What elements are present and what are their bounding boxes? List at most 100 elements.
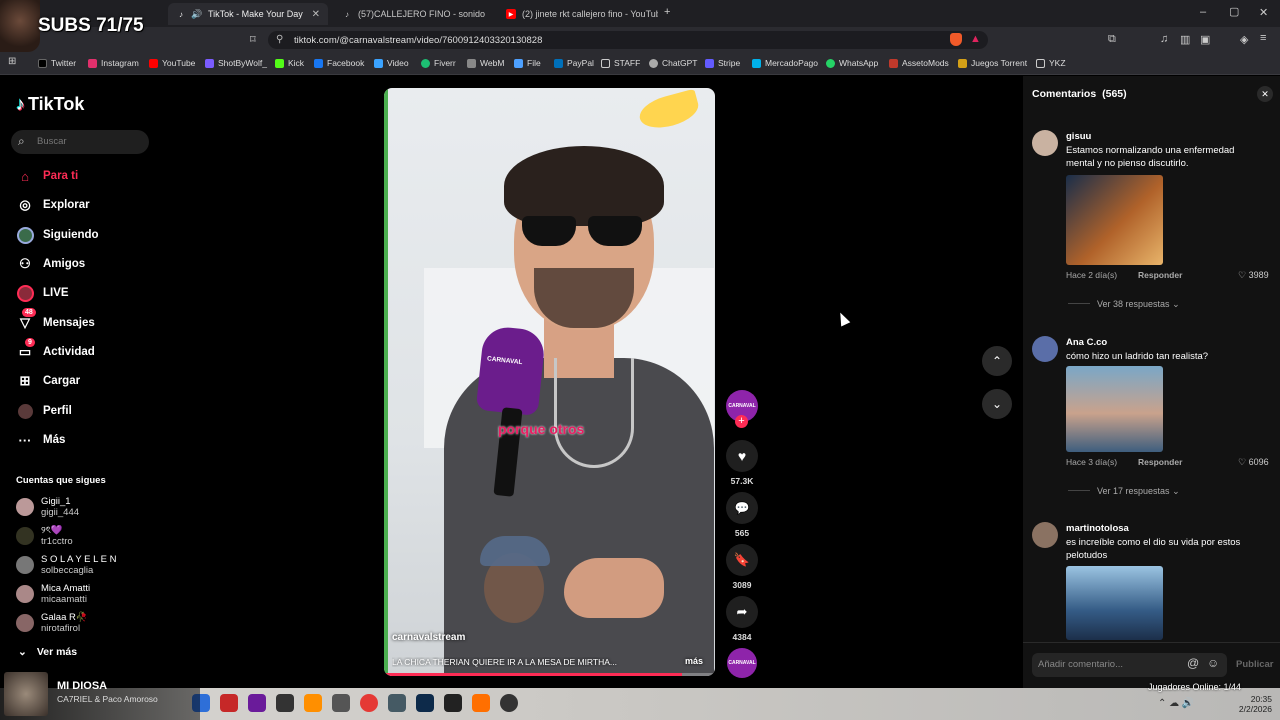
description-more-link[interactable]: más — [685, 656, 703, 666]
app-icon[interactable] — [472, 694, 490, 712]
nav-actividad[interactable]: ▭ 9 Actividad — [16, 338, 95, 363]
media-icon[interactable]: ♫ — [1160, 33, 1168, 45]
bookmark-youtube[interactable]: YouTube — [149, 58, 195, 68]
comment-input[interactable]: Añadir comentario... @ ☺ — [1032, 653, 1227, 677]
bookmark-assetomods[interactable]: AssetoMods — [889, 58, 949, 68]
nav-mas[interactable]: ··· Más — [16, 429, 66, 451]
nav-amigos[interactable]: ⚇ Amigos — [16, 253, 85, 275]
nav-perfil[interactable]: Perfil — [16, 400, 72, 422]
menu-icon[interactable]: ≡ — [1260, 32, 1266, 44]
bookmark-juegos-torrent[interactable]: Juegos Torrent — [958, 58, 1027, 68]
view-replies-button[interactable]: Ver 38 respuestas ⌄ — [1097, 299, 1180, 310]
bookmark-icon[interactable]: ⌑ — [250, 33, 256, 46]
bookmark-staff[interactable]: STAFF — [601, 58, 640, 68]
wallet-icon[interactable]: ▣ — [1200, 33, 1210, 46]
see-more-button[interactable]: ⌄ Ver más — [18, 646, 77, 658]
tiktok-logo[interactable]: ♪ TikTok — [16, 94, 84, 115]
app-icon[interactable] — [304, 694, 322, 712]
speaker-icon[interactable]: 🔊 — [191, 9, 202, 19]
comment-username[interactable]: martinotolosa — [1066, 523, 1129, 534]
app-icon[interactable] — [444, 694, 462, 712]
nav-live[interactable]: LIVE — [16, 282, 69, 304]
bookmark-chatgpt[interactable]: ChatGPT — [649, 58, 697, 68]
site-info-icon[interactable]: ⚲ — [276, 34, 283, 45]
vpn-icon[interactable]: ◈ — [1240, 33, 1248, 46]
reply-button[interactable]: Responder — [1138, 270, 1182, 280]
taskbar-clock[interactable]: 20:35 2/2/2026 — [1232, 694, 1272, 714]
video-progress-track[interactable] — [384, 673, 715, 676]
reply-button[interactable]: Responder — [1138, 457, 1182, 467]
app-icon[interactable] — [332, 694, 350, 712]
bookmark-facebook[interactable]: Facebook — [314, 58, 364, 68]
nav-explorar[interactable]: ◎ Explorar — [16, 194, 89, 216]
comment-username[interactable]: gisuu — [1066, 131, 1091, 142]
following-item[interactable]: Mica Amatti micaamatti — [16, 583, 90, 605]
tab-youtube[interactable]: ▶ (2) jinete rkt callejero fino - YouTub… — [498, 3, 658, 25]
bookmark-instagram[interactable]: Instagram — [88, 58, 139, 68]
comment-like[interactable]: ♡ 6096 — [1238, 457, 1269, 468]
bookmark-file[interactable]: File — [514, 58, 541, 68]
follow-plus-icon[interactable]: + — [735, 415, 748, 428]
search-input[interactable]: Buscar — [37, 136, 67, 147]
following-item[interactable]: Gigii_1 gigii_444 — [16, 496, 79, 518]
following-item[interactable]: S O L A Y E L E Nsolbeccaglia — [16, 554, 117, 576]
extensions-icon[interactable]: ⧉ — [1108, 33, 1116, 46]
bookmark-video[interactable]: Video — [374, 58, 409, 68]
app-icon[interactable] — [248, 694, 266, 712]
nav-mensajes[interactable]: ▽ 48 Mensajes — [16, 308, 95, 334]
close-window-icon[interactable]: ✕ — [1259, 6, 1268, 19]
bookmark-fiverr[interactable]: Fiverr — [421, 58, 456, 68]
bookmark-shotbywolf[interactable]: ShotByWolf_ — [205, 58, 267, 68]
nav-para-ti[interactable]: ⌂ Para ti — [16, 165, 78, 187]
tab-callejero[interactable]: ♪ (57)CALLEJERO FINO - sonido original — [334, 3, 494, 25]
bookmark-paypal[interactable]: PayPal — [554, 58, 594, 68]
video-player[interactable]: CARNAVAL porque otros carnavalstream LA … — [384, 88, 715, 676]
mention-icon[interactable]: @ — [1187, 656, 1199, 670]
close-comments-button[interactable]: ✕ — [1257, 86, 1273, 102]
new-tab-icon[interactable]: + — [664, 6, 670, 18]
bookmark-ykz[interactable]: YKZ — [1036, 58, 1066, 68]
bookmark-kick[interactable]: Kick — [275, 58, 304, 68]
like-button[interactable]: ♥ — [726, 440, 758, 472]
avatar[interactable] — [1032, 336, 1058, 362]
bookmark-stripe[interactable]: Stripe — [705, 58, 740, 68]
next-video-button[interactable]: ⌄ — [982, 389, 1012, 419]
tab-tiktok[interactable]: ♪ 🔊 TikTok - Make Your Day ✕ — [168, 3, 328, 25]
publish-button[interactable]: Publicar — [1236, 659, 1274, 670]
app-icon[interactable] — [388, 694, 406, 712]
app-icon[interactable] — [220, 694, 238, 712]
bookmark-mercadopago[interactable]: MercadoPago — [752, 58, 818, 68]
avatar[interactable] — [1032, 522, 1058, 548]
brave-shield-icon[interactable] — [950, 33, 962, 46]
following-item[interactable]: Galaa R🥀 nirotafirol — [16, 612, 88, 634]
maximize-icon[interactable]: ▢ — [1229, 5, 1239, 18]
nav-siguiendo[interactable]: Siguiendo — [16, 224, 99, 246]
youtube-app-icon[interactable] — [360, 694, 378, 712]
app-icon[interactable] — [276, 694, 294, 712]
comment-like[interactable]: ♡ 3989 — [1238, 270, 1269, 281]
bookmark-twitter[interactable]: Twitter — [38, 58, 76, 68]
apps-grid-icon[interactable]: ⊞ — [8, 56, 16, 67]
view-replies-button[interactable]: Ver 17 respuestas ⌄ — [1097, 486, 1180, 497]
avatar[interactable] — [1032, 130, 1058, 156]
video-author[interactable]: carnavalstream — [392, 632, 465, 643]
comment-button[interactable]: 💬 — [726, 492, 758, 524]
following-item[interactable]: ୨ৎ💜 tr1cctro — [16, 525, 73, 547]
url-field[interactable]: ⚲ tiktok.com/@carnavalstream/video/76009… — [268, 31, 988, 49]
share-button[interactable]: ➦ — [726, 596, 758, 628]
minimize-icon[interactable]: – — [1200, 6, 1206, 18]
photoshop-app-icon[interactable] — [416, 694, 434, 712]
sound-disc-button[interactable]: CARNAVAL — [727, 648, 757, 678]
obs-app-icon[interactable] — [500, 694, 518, 712]
search-box[interactable]: ⌕ Buscar — [11, 130, 149, 154]
nav-cargar[interactable]: ⊞ Cargar — [16, 370, 81, 392]
comment-username[interactable]: Ana C.co — [1066, 337, 1107, 348]
save-button[interactable]: 🔖 — [726, 544, 758, 576]
emoji-icon[interactable]: ☺ — [1207, 656, 1219, 670]
bookmark-webm[interactable]: WebM — [467, 58, 504, 68]
brave-rewards-icon[interactable]: ▲ — [970, 33, 981, 45]
bookmark-whatsapp[interactable]: WhatsApp — [826, 58, 878, 68]
close-tab-icon[interactable]: ✕ — [312, 9, 320, 20]
previous-video-button[interactable]: ⌃ — [982, 346, 1012, 376]
sidebar-toggle-icon[interactable]: ▥ — [1180, 33, 1190, 46]
